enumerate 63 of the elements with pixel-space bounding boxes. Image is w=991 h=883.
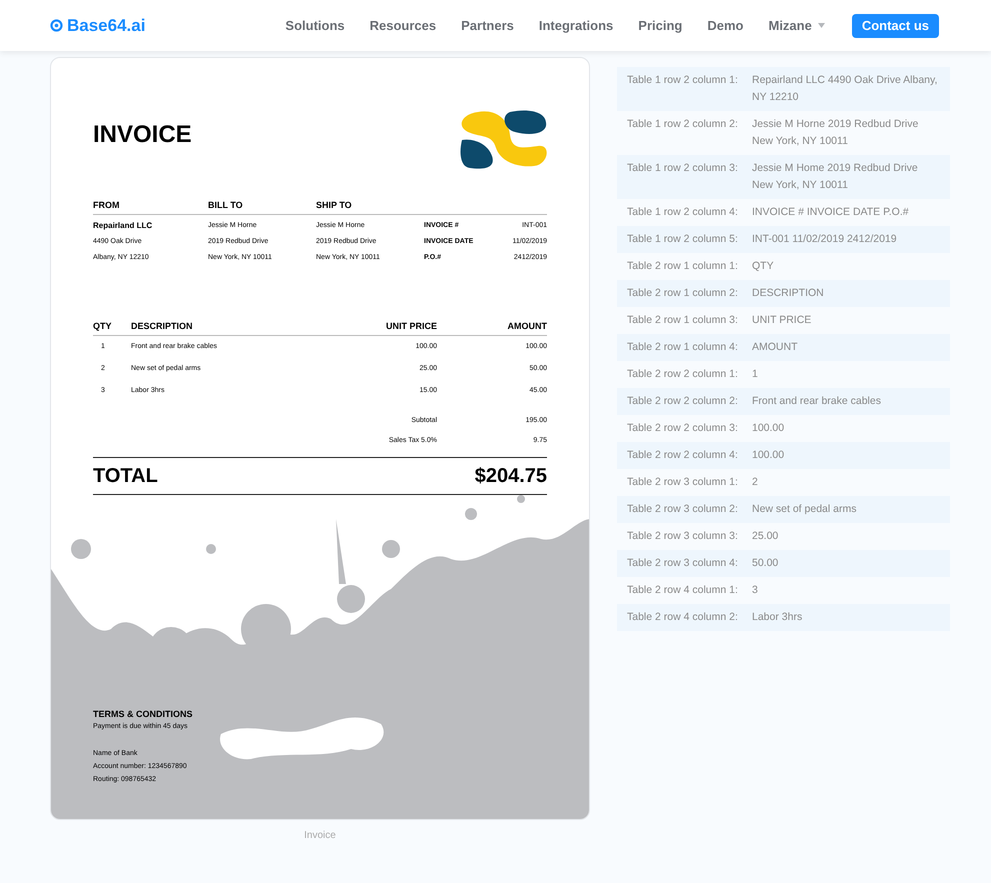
row-value: INT-001 11/02/2019 2412/2019 [752,232,898,247]
terms-heading: TERMS & CONDITIONS [93,708,194,721]
logo-text[interactable]: Base64.ai [67,12,146,38]
row-value: AMOUNT [752,340,798,355]
row-label: Table 1 row 2 column 1: [627,73,739,88]
column-header: AMOUNT [506,320,547,332]
row-value: 25.00 [752,529,780,544]
nav-link[interactable]: Solutions [285,16,345,36]
row-label: Table 2 row 1 column 1: [627,259,739,274]
row-label: Table 2 row 2 column 3: [627,421,739,436]
row-value: Labor 3hrs [752,610,804,625]
nav-link[interactable]: Integrations [538,16,614,36]
row-value: Front and rear brake cables [752,394,882,409]
row-label: Table 1 row 2 column 5: [627,232,739,247]
nav-link[interactable]: Pricing [638,16,682,36]
row-label: Table 2 row 2 column 4: [627,448,739,463]
nav-link[interactable]: Partners [461,16,514,36]
column-header: QTY [93,320,113,333]
section-heading: FROM [93,199,120,212]
row-label: Table 2 row 3 column 2: [627,502,739,517]
row-label: Table 2 row 2 column 1: [627,367,739,382]
row-label: Table 2 row 3 column 3: [627,529,739,544]
row-value: 50.00 [752,556,780,571]
row-label: Table 1 row 2 column 2: [627,117,739,132]
row-value: 2 [752,475,759,490]
logo-icon [50,19,63,32]
image-caption: Invoice [304,829,336,843]
row-value: 3 [752,583,759,598]
row-label: Table 2 row 1 column 2: [627,286,739,301]
section-heading: SHIP TO [316,199,353,212]
row-value: New set of pedal arms [752,502,858,517]
nav-link[interactable]: Resources [370,16,436,36]
row-value: UNIT PRICE [752,313,812,328]
row-label: Table 2 row 1 column 4: [627,340,739,355]
column-header: DESCRIPTION [131,320,194,332]
row-label: Table 2 row 1 column 3: [627,313,739,328]
row-value: INVOICE # INVOICE DATE P.O.# [752,205,910,220]
section-heading: BILL TO [208,199,244,212]
row-label: Table 1 row 2 column 3: [627,161,739,176]
row-label: Table 2 row 3 column 4: [627,556,739,571]
total-label: TOTAL [93,464,158,489]
address-line: Repairland LLC [93,220,154,232]
row-value: 100.00 [752,448,786,463]
row-value: QTY [752,259,775,274]
row-label: Table 2 row 4 column 2: [627,610,739,625]
contact-button[interactable]: Contact us [852,14,939,38]
nav-link[interactable]: Mizane [768,16,825,36]
row-label: Table 1 row 2 column 4: [627,205,739,220]
row-value: 1 [752,367,759,382]
row-label: Table 2 row 3 column 1: [627,475,739,490]
nav-link[interactable]: Demo [707,16,744,36]
logo-icon [460,110,548,170]
row-value: DESCRIPTION [752,286,825,301]
row-value: Repairland LLC 4490 Oak Drive Albany, NY 12210 [752,73,938,105]
row-label: Table 2 row 2 column 2: [627,394,739,409]
caret-icon [818,23,825,28]
invoice-title: INVOICE [93,120,192,150]
row-value: Jessie M Home 2019 Redbud Drive New York, NY 10011 [752,161,919,193]
row-value: Jessie M Horne 2019 Redbud Drive New York, NY 10011 [752,117,920,149]
row-value: 100.00 [752,421,786,436]
total-amount: $204.75 [474,464,547,489]
column-header: UNIT PRICE [384,320,437,332]
row-label: Table 2 row 4 column 1: [627,583,739,598]
